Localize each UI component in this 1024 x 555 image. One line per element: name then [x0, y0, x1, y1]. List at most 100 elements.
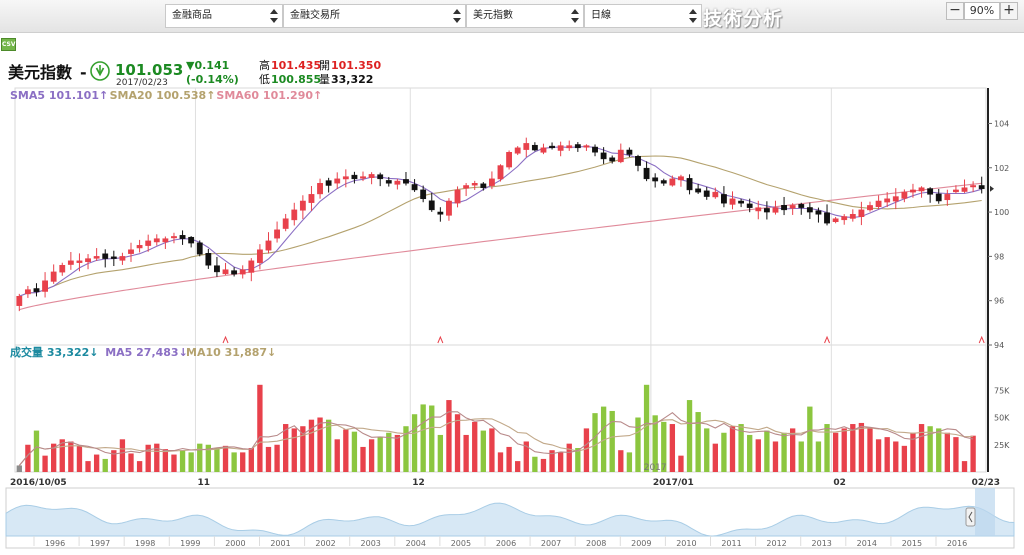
candle-down — [385, 180, 392, 184]
volume-bar — [489, 428, 495, 472]
volume-label: 量 — [319, 73, 330, 86]
candle-down — [325, 180, 332, 186]
candle-down — [411, 184, 418, 191]
candle-up — [222, 269, 229, 275]
volume-bar — [824, 424, 830, 472]
volume-bar — [274, 444, 280, 472]
volume-bar — [472, 421, 478, 472]
volume-bar — [16, 465, 22, 472]
candle-up — [360, 176, 366, 179]
candle-down — [377, 174, 384, 180]
volume-bar — [618, 450, 624, 472]
candle-down — [110, 256, 117, 259]
candle-down — [781, 205, 787, 211]
candle-up — [678, 176, 684, 181]
volume-bar — [394, 434, 401, 472]
candle-up — [832, 218, 839, 223]
symbol-dash: - — [80, 63, 87, 82]
candle-up — [162, 238, 169, 243]
candle-up — [849, 214, 856, 219]
volume-bar — [317, 417, 323, 472]
candle-down — [935, 193, 942, 202]
volume-bar — [704, 428, 710, 472]
quote-header: 美元指數 - 101.053 2017/02/23 ▼0.141 (-0.14%… — [8, 58, 381, 88]
volume-tick-label: 50K — [994, 414, 1010, 423]
volume-bar — [626, 452, 633, 472]
volume-bar — [188, 452, 194, 472]
navigator-year-label: 2011 — [721, 539, 741, 548]
volume-bar — [429, 405, 435, 472]
candle-up — [961, 187, 968, 192]
candle-down — [703, 190, 710, 197]
open-value: 101.350 — [331, 59, 381, 72]
candle-down — [574, 144, 581, 149]
candle-down — [695, 188, 702, 193]
sma-legend-item: SMA20 100.538↑ — [110, 89, 216, 102]
candle-down — [531, 144, 538, 151]
volume-bar — [265, 446, 272, 472]
price-tick-label: 102 — [994, 164, 1009, 173]
volume-bar — [463, 434, 469, 472]
candle-up — [454, 189, 461, 204]
event-marker — [978, 335, 985, 344]
candle-up — [712, 191, 719, 198]
volume-bar — [411, 414, 418, 472]
low-value: 100.855 — [271, 73, 321, 86]
volume-bar — [437, 434, 444, 472]
candle-up — [274, 229, 280, 239]
candle-up — [85, 258, 91, 263]
price-tick-label: 98 — [994, 252, 1004, 261]
legend-layer: SMA5 101.101↑ SMA20 100.538↑ SMA60 101.290… — [10, 89, 322, 359]
volume-bar — [497, 452, 504, 472]
navigator-year-label: 2000 — [225, 539, 245, 548]
volume-bar — [145, 444, 151, 472]
low-label: 低 — [259, 73, 270, 86]
navigator-year-label: 2007 — [541, 539, 561, 548]
sma-legend-item: SMA60 101.290↑ — [216, 89, 322, 102]
volume-bar — [454, 414, 461, 472]
candle-down — [480, 183, 487, 188]
volume-bar — [669, 424, 676, 472]
volume-bar — [609, 410, 615, 472]
volume-legend-item: 成交量 33,322↓ — [10, 345, 99, 359]
navigator-year-label: 2004 — [406, 539, 426, 548]
volume-bar — [729, 426, 736, 472]
x-axis-label: 12 — [412, 478, 425, 488]
candle-up — [334, 178, 341, 184]
volume-legend-item: MA5 27,483↓ — [105, 346, 188, 359]
plot-layer: 104 102 100 98 96 94 75K 50K 25K 2017 2016/10/05 11… — [5, 87, 1015, 549]
volume-bar — [875, 439, 882, 472]
navigator-year-label: 1998 — [135, 539, 155, 548]
volume-bar — [712, 443, 718, 472]
volume-bar — [480, 430, 486, 472]
candle-up — [772, 207, 779, 213]
navigator-year-label: 2016 — [947, 539, 967, 548]
candle-down — [437, 211, 444, 215]
candle-down — [549, 145, 555, 149]
candle-up — [867, 205, 873, 211]
candle-down — [179, 235, 186, 239]
price-tick-label: 96 — [994, 297, 1004, 306]
candle-up — [506, 152, 513, 168]
volume-bar — [678, 455, 684, 472]
volume-bar — [102, 458, 108, 472]
candle-up — [892, 196, 899, 202]
volume-bar — [532, 456, 538, 472]
volume-bar — [420, 404, 426, 472]
volume-legend-item: MA10 31,887↓ — [186, 346, 276, 359]
volume-bar — [162, 449, 169, 472]
volume-bar — [884, 437, 890, 472]
volume-bar — [643, 384, 650, 472]
volume-bar — [386, 432, 392, 472]
candle-up — [16, 296, 23, 306]
volume-bar — [970, 435, 976, 472]
price-tick-label: 100 — [994, 208, 1009, 217]
open-label: 開 — [319, 59, 330, 72]
candle-up — [291, 209, 298, 221]
candle-down — [686, 178, 693, 191]
navigator-year-label: 2010 — [676, 539, 696, 548]
quote-date: 2017/02/23 — [116, 78, 168, 88]
volume-bar — [231, 452, 237, 472]
navigator-year-label: 1999 — [180, 539, 200, 548]
volume-bar — [222, 445, 229, 472]
